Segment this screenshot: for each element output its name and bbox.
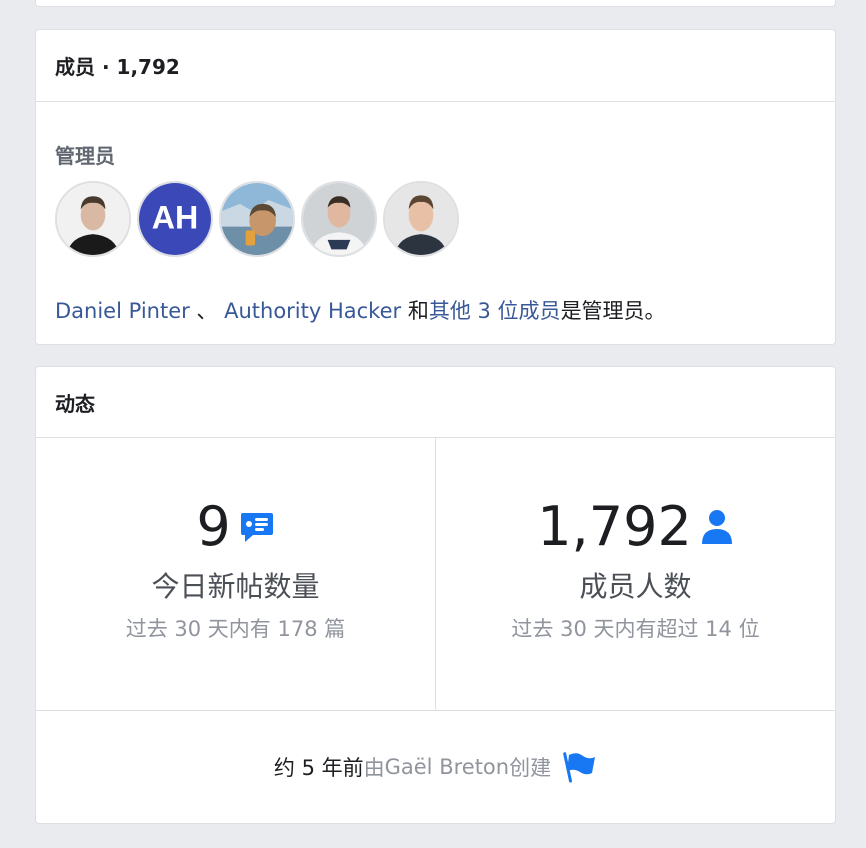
avatar-admin-4[interactable] xyxy=(301,181,377,257)
admins-suffix: 是管理员。 xyxy=(560,299,666,323)
posts-subtitle: 过去 30 天内有 178 篇 xyxy=(125,617,346,641)
person-icon xyxy=(700,508,734,546)
admins-description: Daniel Pinter 、 Authority Hacker 和其他 3 位… xyxy=(55,295,816,325)
admin-avatars: AH xyxy=(55,181,816,257)
avatar-authority-hacker[interactable]: AH xyxy=(137,181,213,257)
created-by-label: 由 xyxy=(363,756,385,780)
avatar-daniel-pinter[interactable] xyxy=(55,181,131,257)
ah-logo-text: AH xyxy=(152,199,199,235)
members-card-title[interactable]: 成员 · 1,792 xyxy=(36,30,835,102)
members-stat: 1,792 成员人数 过去 30 天内有超过 14 位 xyxy=(435,438,835,710)
activity-stats: 9 今日新帖数量 过去 30 天内有 178 篇 1,792 成员人数 过去 3… xyxy=(36,438,835,711)
members-count: 1,792 xyxy=(537,495,692,558)
posts-title: 今日新帖数量 xyxy=(151,570,320,603)
previous-card xyxy=(35,0,836,7)
flag-icon xyxy=(561,749,597,785)
admins-separator: 、 xyxy=(189,299,225,323)
admin-link-daniel-pinter[interactable]: Daniel Pinter xyxy=(55,299,190,323)
admins-section: 管理员 AH Daniel Pinter 、 Authority Hacker … xyxy=(36,140,835,325)
members-subtitle: 过去 30 天内有超过 14 位 xyxy=(511,617,760,641)
members-card: 成员 · 1,792 管理员 AH Daniel Pinter 、 Author… xyxy=(35,29,836,345)
avatar-admin-3[interactable] xyxy=(219,181,295,257)
activity-card: 动态 9 今日新帖数量 过去 30 天内有 178 篇 1,792 成员人数 过… xyxy=(35,366,836,824)
posts-count: 9 xyxy=(196,495,231,558)
members-title: 成员人数 xyxy=(579,570,692,603)
admin-link-authority-hacker[interactable]: Authority Hacker xyxy=(224,299,401,323)
creator-link[interactable]: Gaël Breton xyxy=(385,755,509,779)
group-created-footer: 约 5 年前 由 Gaël Breton 创建 xyxy=(36,711,835,823)
admin-link-others[interactable]: 其他 3 位成员 xyxy=(429,299,561,323)
chat-bubble-icon xyxy=(239,509,275,545)
avatar-admin-5[interactable] xyxy=(383,181,459,257)
created-label: 创建 xyxy=(509,756,552,780)
admins-and: 和 xyxy=(401,299,429,323)
admins-label: 管理员 xyxy=(55,144,115,168)
created-ago[interactable]: 约 5 年前 xyxy=(274,752,364,782)
posts-stat: 9 今日新帖数量 过去 30 天内有 178 篇 xyxy=(36,438,435,710)
activity-card-title: 动态 xyxy=(36,367,835,438)
